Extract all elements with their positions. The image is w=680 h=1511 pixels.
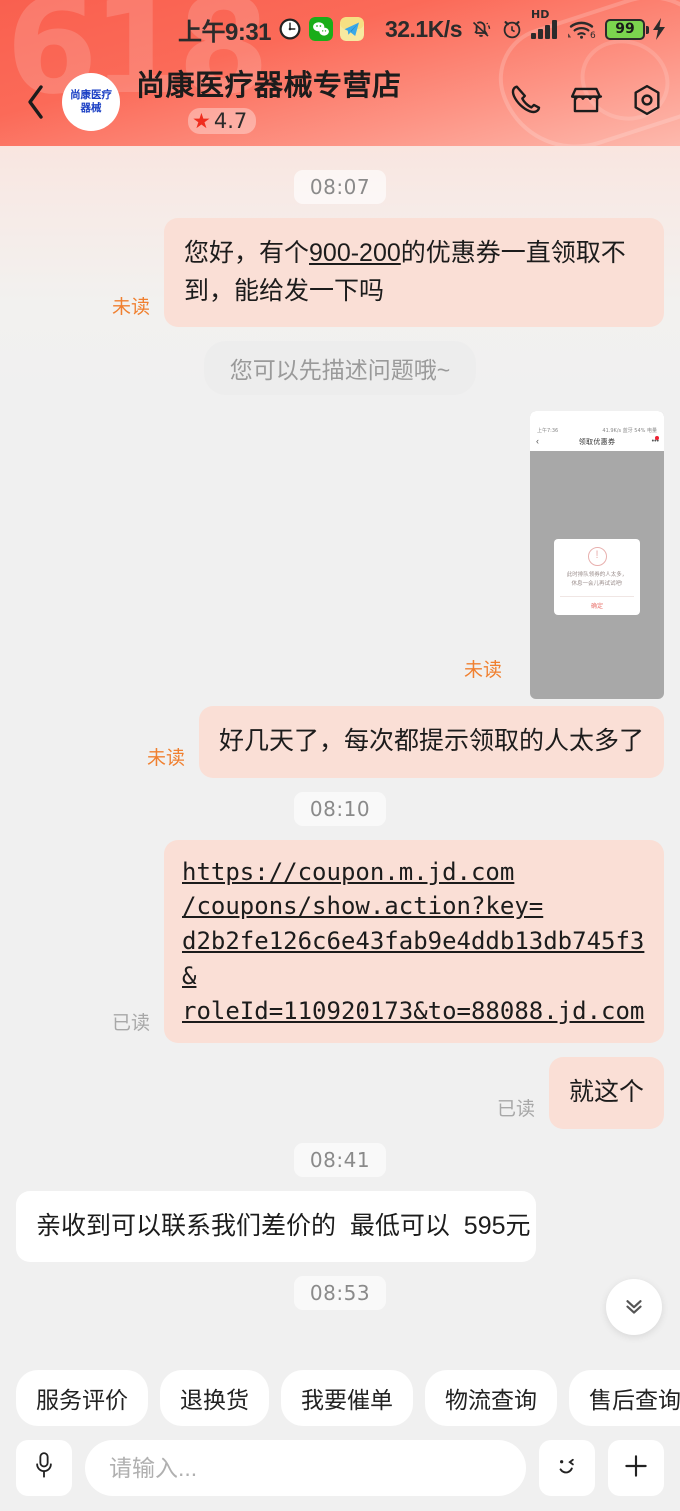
star-icon: ★ <box>192 109 211 133</box>
store-rating-badge: ★ 4.7 <box>188 108 257 135</box>
wechat-icon <box>309 17 334 41</box>
hd-label: HD <box>531 8 550 21</box>
message-row[interactable]: 已读 就这个 <box>16 1057 664 1129</box>
clock-icon <box>278 17 302 41</box>
system-hint-row: 您可以先描述问题哦~ <box>16 341 664 395</box>
status-badge: 未读 <box>111 297 150 318</box>
message-input[interactable] <box>109 1454 502 1482</box>
timestamp-row: 08:41 <box>16 1142 664 1177</box>
screenshot-status-time: 上午7:36 <box>537 428 559 434</box>
coupon-amount-underlined: 900-200 <box>309 239 401 267</box>
url-line[interactable]: d2b2fe126c6e43fab9e4ddb13db745f3& <box>182 924 646 994</box>
status-bar: 上午9:31 32.1K/s HD 6 99 <box>0 0 680 58</box>
status-badge: 已读 <box>111 1013 150 1035</box>
settings-button[interactable] <box>630 83 664 122</box>
message-bubble[interactable]: 亲收到可以联系我们差价的 最低可以 595元 <box>16 1190 536 1263</box>
bottom-bar: 服务评价 退换货 我要催单 物流查询 售后查询 <box>0 1360 680 1511</box>
store-home-button[interactable] <box>568 83 604 122</box>
store-info[interactable]: 尚康医疗器械专营店 ★ 4.7 <box>136 69 508 135</box>
screenshot-status-right: 41.9K/s 蓝牙 54% 电量 <box>602 428 657 434</box>
more-actions-button[interactable] <box>608 1440 664 1496</box>
chip-urge-order[interactable]: 我要催单 <box>281 1370 413 1426</box>
nav-actions <box>508 83 664 122</box>
screenshot-back-icon: ‹ <box>536 436 539 446</box>
status-bar-left: 上午9:31 <box>178 12 365 47</box>
timestamp: 08:07 <box>293 170 387 204</box>
plus-icon <box>621 1451 651 1486</box>
timestamp: 08:10 <box>293 791 387 826</box>
message-row[interactable]: 亲收到可以联系我们差价的 最低可以 595元 <box>16 1190 664 1263</box>
message-bubble[interactable]: 您好，有个900-200的优惠券一直领取不到，能给发一下吗 <box>164 218 664 327</box>
message-bubble[interactable]: 就这个 <box>548 1057 664 1129</box>
chip-service-review[interactable]: 服务评价 <box>16 1370 148 1426</box>
dialog-confirm-button: 确定 <box>560 595 634 610</box>
message-row[interactable]: 上午7:36 41.9K/s 蓝牙 54% 电量 ‹ 领取优惠券 ••• 此时排… <box>16 411 664 699</box>
screenshot-badge-dot <box>655 436 659 440</box>
network-speed: 32.1K/s <box>384 15 463 42</box>
charging-bolt-icon <box>652 18 666 40</box>
rating-value: 4.7 <box>213 109 248 134</box>
scroll-to-bottom-button[interactable] <box>606 1279 662 1335</box>
image-status-row: 未读 <box>16 661 516 680</box>
timestamp: 08:41 <box>293 1142 387 1177</box>
avatar[interactable]: 尚康医疗 器械 <box>62 73 120 131</box>
app-header: 618 上午9:31 32.1K/s HD 6 99 尚康医疗 器械 尚康医疗器… <box>0 0 680 146</box>
status-badge: 已读 <box>496 1098 535 1120</box>
mute-bell-icon <box>469 17 493 41</box>
message-row[interactable]: 已读 https://coupon.m.jd.com /coupons/show… <box>16 839 664 1044</box>
chip-after-sales-query[interactable]: 售后查询 <box>569 1370 680 1426</box>
screenshot-status-bar: 上午7:36 41.9K/s 蓝牙 54% 电量 <box>530 427 664 435</box>
hd-signal-icon: HD <box>531 8 561 39</box>
avatar-line-2: 器械 <box>80 102 102 114</box>
screenshot-error-dialog: 此时排队领券的人太多， 休息一会儿再试试吧! 确定 <box>554 539 640 615</box>
back-button[interactable] <box>16 74 56 130</box>
message-bubble-link[interactable]: https://coupon.m.jd.com /coupons/show.ac… <box>164 839 664 1044</box>
status-bar-right: 32.1K/s HD 6 99 <box>384 8 666 43</box>
emoji-button[interactable] <box>539 1440 595 1496</box>
dialog-line-1: 此时排队领券的人太多， <box>566 572 628 578</box>
chip-logistics-query[interactable]: 物流查询 <box>425 1370 557 1426</box>
screenshot-nav: ‹ 领取优惠券 ••• <box>530 435 664 449</box>
message-row[interactable]: 未读 好几天了，每次都提示领取的人太多了 <box>16 706 664 778</box>
chip-return-exchange[interactable]: 退换货 <box>160 1370 269 1426</box>
screenshot-header: 上午7:36 41.9K/s 蓝牙 54% 电量 ‹ 领取优惠券 ••• <box>530 411 664 451</box>
message-list[interactable]: 08:07 未读 您好，有个900-200的优惠券一直领取不到，能给发一下吗 您… <box>0 146 680 1360</box>
exclamation-circle-icon <box>587 547 607 566</box>
wifi-icon: 6 <box>568 18 598 40</box>
status-time: 上午9:31 <box>178 18 272 46</box>
message-input-bar <box>0 1426 680 1496</box>
microphone-icon <box>31 1451 57 1486</box>
url-line[interactable]: roleId=110920173&to=88088.jd.com <box>182 994 646 1029</box>
dialog-line-2: 休息一会儿再试试吧! <box>571 581 623 588</box>
avatar-line-1: 尚康医疗 <box>70 89 112 102</box>
voice-record-button[interactable] <box>16 1440 72 1496</box>
screenshot-title: 领取优惠券 <box>578 439 616 446</box>
message-row[interactable]: 未读 您好，有个900-200的优惠券一直领取不到，能给发一下吗 <box>16 218 664 327</box>
url-line[interactable]: /coupons/show.action?key= <box>182 889 646 924</box>
message-image-screenshot[interactable]: 上午7:36 41.9K/s 蓝牙 54% 电量 ‹ 领取优惠券 ••• 此时排… <box>530 411 664 699</box>
svg-text:6: 6 <box>590 31 596 40</box>
quick-reply-chips: 服务评价 退换货 我要催单 物流查询 售后查询 <box>0 1360 680 1426</box>
status-badge: 未读 <box>146 747 185 769</box>
battery-icon: 99 <box>605 18 649 40</box>
timestamp-row: 08:07 <box>16 170 664 204</box>
message-bubble[interactable]: 好几天了，每次都提示领取的人太多了 <box>198 706 664 778</box>
system-hint: 您可以先描述问题哦~ <box>203 341 477 395</box>
timestamp-row: 08:10 <box>16 791 664 826</box>
nav-bar: 尚康医疗 器械 尚康医疗器械专营店 ★ 4.7 <box>0 58 680 146</box>
status-badge: 未读 <box>463 660 502 681</box>
chat-screen: 618 上午9:31 32.1K/s HD 6 99 尚康医疗 器械 尚康医疗器… <box>0 0 680 1511</box>
timestamp: 08:53 <box>293 1276 387 1311</box>
smiley-face-icon <box>552 1451 582 1486</box>
page-title: 尚康医疗器械专营店 <box>136 69 402 102</box>
url-line[interactable]: https://coupon.m.jd.com <box>182 855 646 890</box>
battery-level: 99 <box>615 21 635 37</box>
alarm-clock-icon <box>500 17 524 41</box>
double-chevron-down-icon <box>621 1292 647 1323</box>
timestamp-row: 08:53 <box>16 1276 664 1311</box>
search-field-wrap[interactable] <box>85 1440 526 1496</box>
phone-call-button[interactable] <box>508 83 542 122</box>
telegram-icon <box>340 17 365 41</box>
